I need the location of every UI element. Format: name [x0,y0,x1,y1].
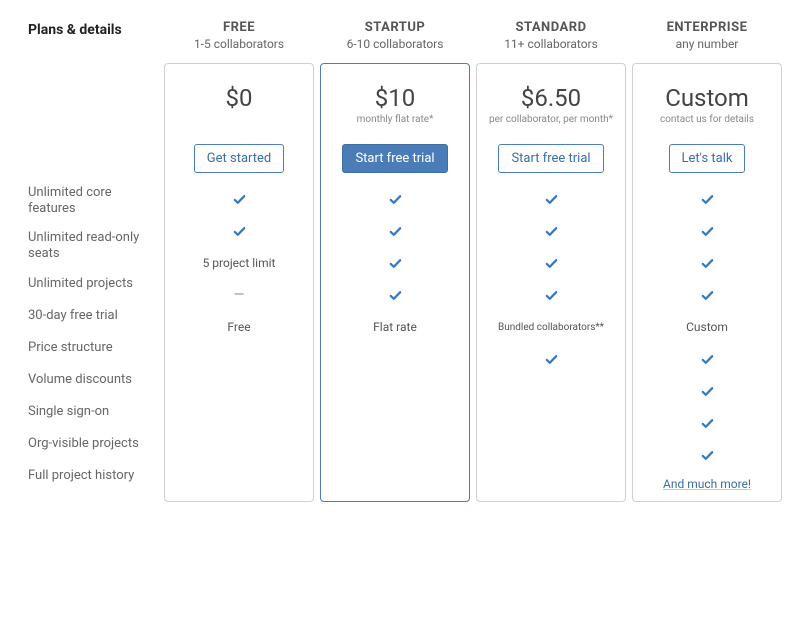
feature-label: Single sign-on [28,396,158,428]
feature-label: 30-day free trial [28,300,158,332]
feature-labels-column: Unlimited core features Unlimited read-o… [28,63,158,502]
check-icon [700,448,715,463]
plan-name: FREE [164,20,314,35]
feature-cell [321,279,469,311]
plan-price-caption [173,114,305,126]
feature-cell [477,279,625,311]
feature-cell [321,407,469,439]
check-icon [544,192,559,207]
pricing-grid: Unlimited core features Unlimited read-o… [28,63,772,502]
plan-price-caption: monthly flat rate* [329,114,461,126]
plan-price: $10 [329,84,461,112]
plan-card-standard: $6.50 per collaborator, per month* Start… [476,63,626,502]
check-icon [700,384,715,399]
feature-label: Unlimited core features [28,179,158,224]
feature-cell [321,247,469,279]
plan-card-free: $0 Get started 5 project limit — Free [164,63,314,502]
check-icon [388,256,403,271]
plan-subtitle: any number [632,37,782,51]
check-icon [388,192,403,207]
feature-cell [633,215,781,247]
check-icon [700,224,715,239]
check-icon [700,192,715,207]
plan-price-caption: contact us for details [641,114,773,126]
check-icon [388,288,403,303]
check-icon [544,256,559,271]
plan-head-startup: STARTUP 6-10 collaborators [320,20,470,51]
cta-enterprise-button[interactable]: Let's talk [669,144,746,173]
feature-cell [477,375,625,407]
plan-price: Custom [641,84,773,112]
feature-cell [321,439,469,471]
feature-cell [633,375,781,407]
check-icon [700,416,715,431]
feature-cell [165,343,313,375]
check-icon [700,352,715,367]
plan-head-standard: STANDARD 11+ collaborators [476,20,626,51]
feature-label: Unlimited read-only seats [28,224,158,269]
feature-cell [165,215,313,247]
feature-cell [321,375,469,407]
check-icon [700,256,715,271]
feature-cell [633,279,781,311]
feature-cell [477,407,625,439]
feature-cell [165,439,313,471]
plans-heading: Plans & details [28,20,158,38]
feature-cell [633,343,781,375]
more-features-link[interactable]: And much more! [633,471,781,501]
plan-subtitle: 11+ collaborators [476,37,626,51]
feature-cell [321,343,469,375]
feature-cell [477,247,625,279]
pricing-header-row: Plans & details FREE 1-5 collaborators S… [28,20,772,51]
plan-price: $6.50 [485,84,617,112]
feature-cell: Custom [633,311,781,343]
feature-label: Unlimited projects [28,268,158,300]
plan-card-startup: $10 monthly flat rate* Start free trial … [320,63,470,502]
feature-cell [321,183,469,215]
feature-cell [633,407,781,439]
feature-cell [633,183,781,215]
feature-cell [165,375,313,407]
dash-icon: — [234,287,245,303]
cta-startup-button[interactable]: Start free trial [342,144,447,173]
feature-cell: Free [165,311,313,343]
feature-label: Org-visible projects [28,428,158,460]
check-icon [388,224,403,239]
feature-cell [477,183,625,215]
check-icon [232,192,247,207]
plan-name: STARTUP [320,20,470,35]
plan-subtitle: 1-5 collaborators [164,37,314,51]
feature-cell [165,407,313,439]
feature-label: Full project history [28,460,158,492]
plan-price: $0 [173,84,305,112]
plan-head-free: FREE 1-5 collaborators [164,20,314,51]
feature-cell [633,439,781,471]
check-icon [700,288,715,303]
check-icon [232,224,247,239]
feature-label: Price structure [28,332,158,364]
feature-cell: Flat rate [321,311,469,343]
feature-label: Volume discounts [28,364,158,396]
check-icon [544,352,559,367]
feature-cell: — [165,279,313,311]
plan-card-enterprise: Custom contact us for details Let's talk… [632,63,782,502]
feature-cell [321,215,469,247]
cta-free-button[interactable]: Get started [194,144,284,173]
check-icon [544,288,559,303]
feature-cell [477,215,625,247]
plan-name: STANDARD [476,20,626,35]
plan-subtitle: 6-10 collaborators [320,37,470,51]
plan-name: ENTERPRISE [632,20,782,35]
feature-cell [477,343,625,375]
check-icon [544,224,559,239]
feature-cell: Bundled collaborators** [477,311,625,343]
feature-cell [477,439,625,471]
plan-price-caption: per collaborator, per month* [485,114,617,126]
feature-cell [633,247,781,279]
feature-cell [165,183,313,215]
cta-standard-button[interactable]: Start free trial [498,144,603,173]
feature-cell: 5 project limit [165,247,313,279]
plan-head-enterprise: ENTERPRISE any number [632,20,782,51]
